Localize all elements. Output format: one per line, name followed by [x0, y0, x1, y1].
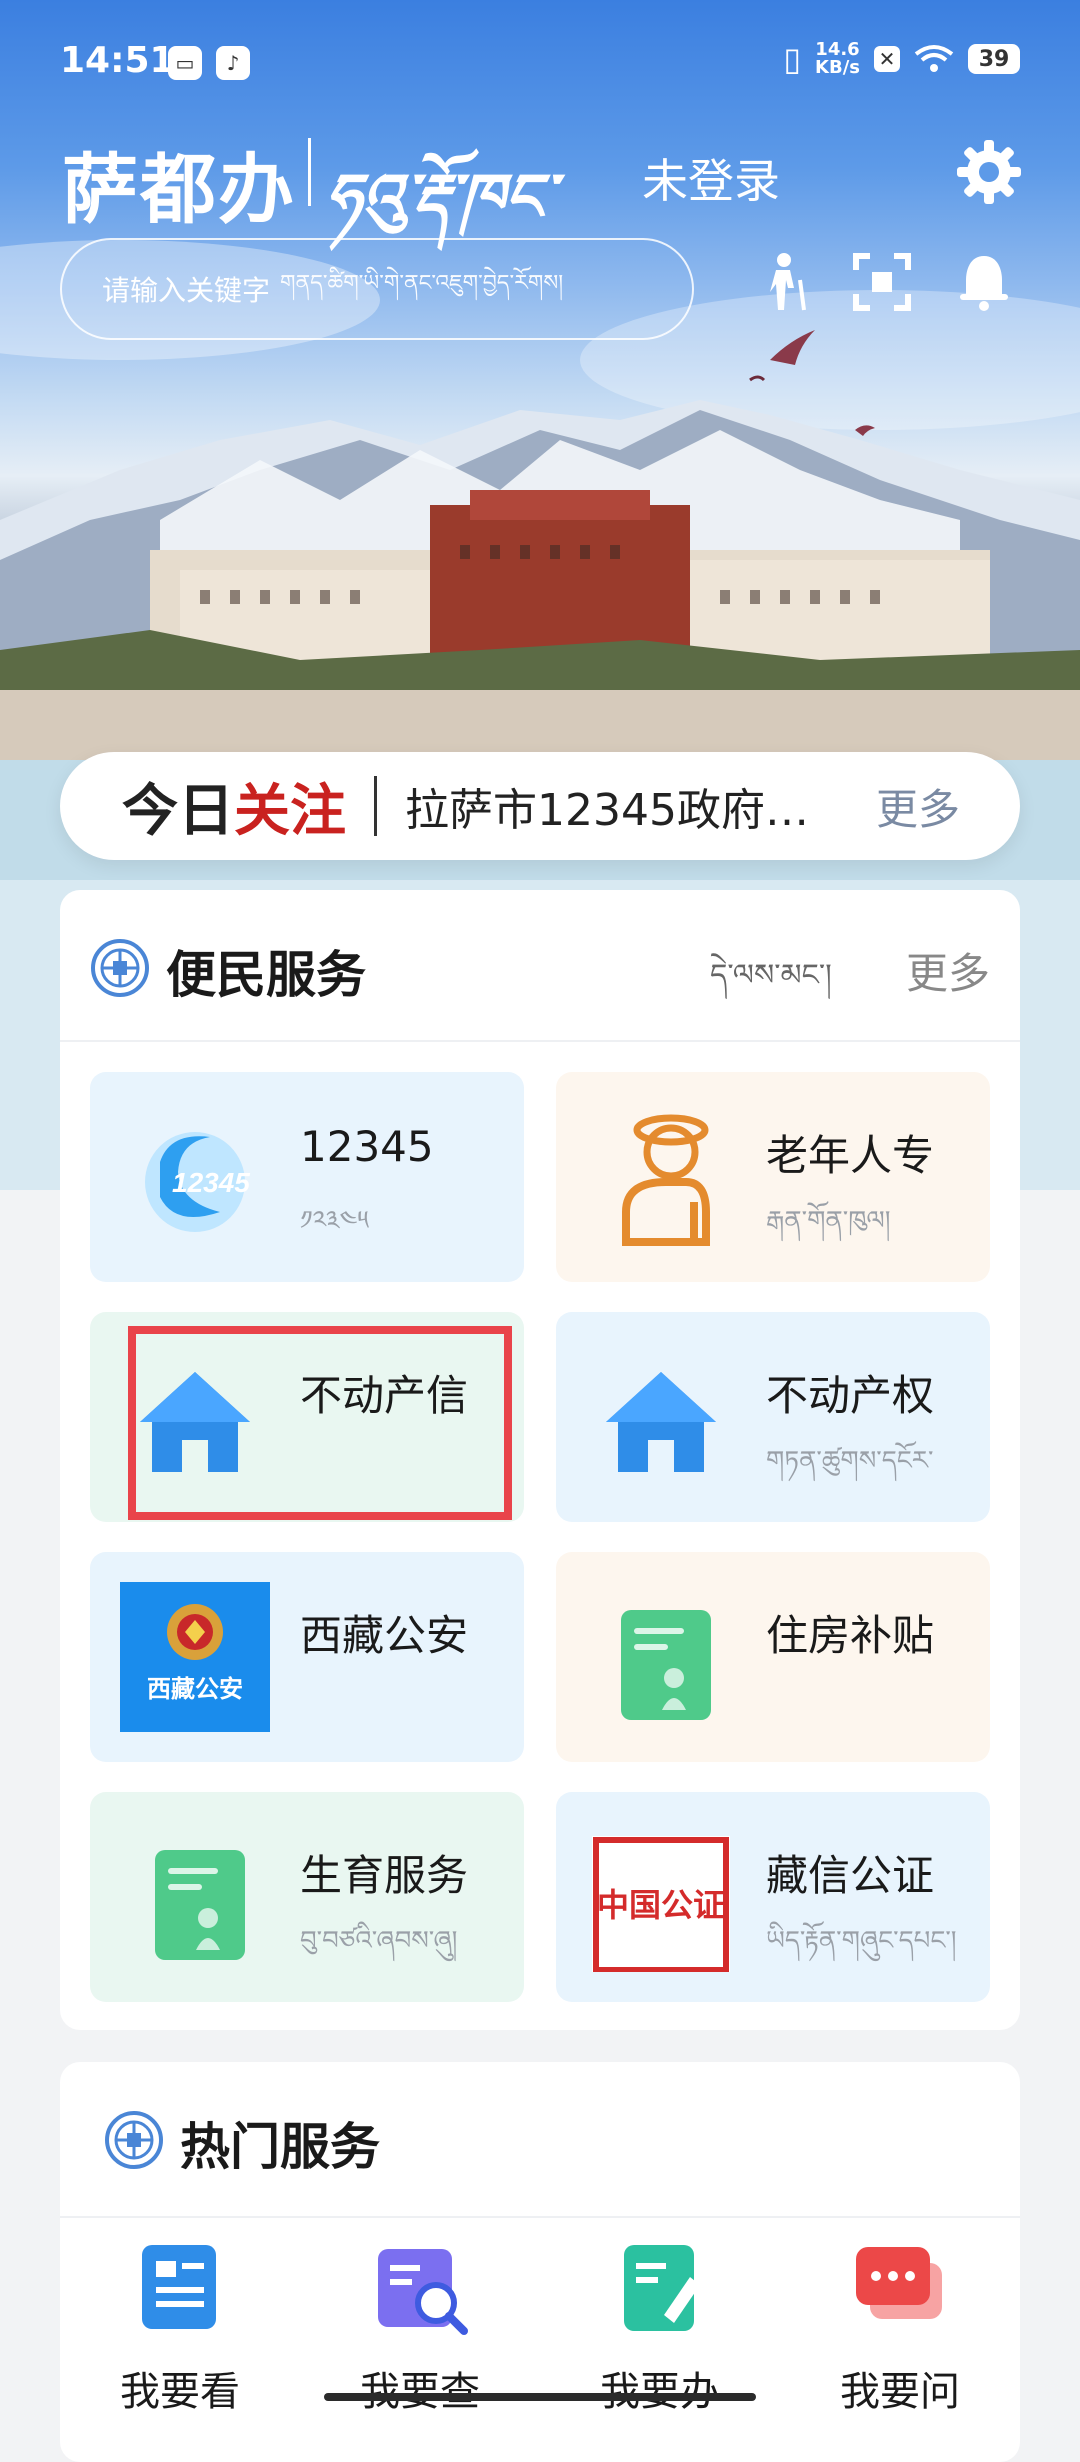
net-speed-unit: KB/s [815, 57, 860, 78]
service-tile-notary[interactable]: 中国公证 藏信公证 ཡིད་རྟོན་གཞུང་དཔང་། [556, 1792, 990, 2002]
data-off-icon: ✕ [874, 46, 900, 72]
focus-divider [374, 776, 377, 836]
app-name: 萨都办 [62, 145, 296, 234]
today-label: 今日 [122, 777, 234, 844]
search-input[interactable]: 请输入关键字 གནད་ཚིག་ཡི་གེ་ནང་འཇུག་བྱེད་རོགས། [60, 238, 694, 340]
service-tile-property-rights[interactable]: 不动产权 གཏན་ཚུགས་དངོར་ [556, 1312, 990, 1522]
notary-seal-text: 中国公证 [597, 1886, 725, 1924]
convenience-title: 便民服务 [166, 946, 366, 1004]
service-name: 住房补贴 [766, 1611, 935, 1660]
tv-icon: ▭ [168, 46, 202, 80]
login-status-button[interactable]: 未登录 [642, 145, 780, 211]
bell-icon[interactable] [952, 250, 1016, 314]
hot-services-title: 热门服务 [180, 2118, 380, 2176]
service-tile-fertility[interactable]: 生育服务 བུ་བཙའི་ཞབས་ཞུ། [90, 1792, 524, 2002]
document-icon [155, 1850, 245, 1960]
service-name: 12345 [300, 1122, 434, 1171]
vibrate-icon: ▯ [783, 40, 802, 78]
logo-divider [308, 138, 311, 206]
service-tile-tibet-police[interactable]: 西藏公安 西藏公安 [90, 1552, 524, 1762]
service-sub: གཏན་ཚུགས་དངོར་ [766, 1446, 934, 1476]
service-name: 生育服务 [300, 1851, 469, 1900]
hot-service-ask[interactable]: 我要问 [800, 2237, 1000, 2417]
elderly-icon [622, 1114, 710, 1246]
service-sub: ཡིད་རྟོན་གཞུང་དཔང་། [766, 1926, 957, 1956]
search-placeholder-tibetan: གནད་ཚིག་ཡི་གེ་ནང་འཇུག་བྱེད་རོགས། [280, 271, 564, 296]
service-name: 老年人专 [766, 1131, 935, 1180]
hot-service-label: 我要看 [120, 2369, 240, 2415]
focus-label: 关注 [234, 777, 346, 844]
hot-service-query[interactable]: 我要查 [320, 2237, 520, 2417]
hot-service-label: 我要办 [600, 2369, 720, 2415]
convenience-header: 便民服务 དེ་ལས་མང་། 更多 [60, 890, 1020, 1042]
status-right: ▯ 14.6 KB/s ✕ 39 [783, 40, 1020, 78]
gear-icon[interactable] [955, 138, 1023, 206]
query-icon [378, 2249, 468, 2335]
svg-text:12345: 12345 [172, 1167, 250, 1198]
service-emblem-icon [91, 939, 149, 997]
scan-icon[interactable] [850, 250, 914, 314]
hot-services-card: 热门服务 我要看 我要查 我要办 我要问 [60, 2062, 1020, 2462]
battery-level: 39 [968, 44, 1020, 74]
focus-headline[interactable]: 拉萨市12345政府服务便民热线 [405, 774, 825, 838]
today-focus-label: 今日关注 [122, 766, 346, 847]
convenience-more-link[interactable]: 更多 [906, 940, 990, 1001]
police-badge-text: 西藏公安 [147, 1675, 243, 1703]
elderly-mode-icon[interactable] [756, 250, 820, 314]
notary-seal-icon: 中国公证 [592, 1836, 730, 1972]
ask-icon [856, 2247, 942, 2319]
status-bar: 14:51 ▭ ♪ ▯ 14.6 KB/s ✕ 39 [60, 40, 1020, 90]
service-tile-elderly[interactable]: 老年人专 རྒན་གོན་ཁུལ། [556, 1072, 990, 1282]
service-sub: ༡༢༣༤༥ [300, 1206, 369, 1236]
status-time: 14:51 [60, 40, 175, 81]
hotline-12345-icon: 12345 [145, 1132, 250, 1232]
home-indicator[interactable] [324, 2393, 756, 2401]
apply-icon [624, 2245, 700, 2331]
focus-more-link[interactable]: 更多 [876, 776, 960, 837]
police-badge-icon: 西藏公安 [120, 1582, 270, 1732]
service-name: 藏信公证 [766, 1851, 935, 1900]
hot-services-header: 热门服务 [60, 2062, 1020, 2218]
service-name: 西藏公安 [300, 1611, 469, 1660]
service-tile-12345[interactable]: 12345 12345 ༡༢༣༤༥ [90, 1072, 524, 1282]
status-app-icons: ▭ ♪ [168, 46, 250, 80]
today-focus-bar[interactable]: 今日关注 拉萨市12345政府服务便民热线 更多 [60, 752, 1020, 860]
view-icon [142, 2245, 216, 2329]
document-icon [621, 1610, 711, 1720]
hot-service-label: 我要问 [840, 2369, 960, 2415]
service-sub: བུ་བཙའི་ཞབས་ཞུ། [300, 1926, 458, 1956]
highlight-box [128, 1326, 512, 1520]
hot-service-label: 我要查 [360, 2369, 480, 2415]
search-placeholder: 请输入关键字 [102, 274, 271, 307]
convenience-title-tibetan: དེ་ལས་མང་། [710, 958, 832, 993]
hot-service-view[interactable]: 我要看 [80, 2237, 280, 2417]
hot-service-apply[interactable]: 我要办 [560, 2237, 760, 2417]
service-tile-housing-subsidy[interactable]: 住房补贴 [556, 1552, 990, 1762]
wifi-icon [914, 45, 954, 72]
house-icon [606, 1372, 716, 1472]
service-emblem-icon [105, 2111, 163, 2169]
service-sub: རྒན་གོན་ཁུལ། [766, 1206, 891, 1236]
service-name: 不动产权 [766, 1371, 935, 1420]
tiktok-icon: ♪ [216, 46, 250, 80]
net-speed: 14.6 KB/s [815, 41, 860, 77]
